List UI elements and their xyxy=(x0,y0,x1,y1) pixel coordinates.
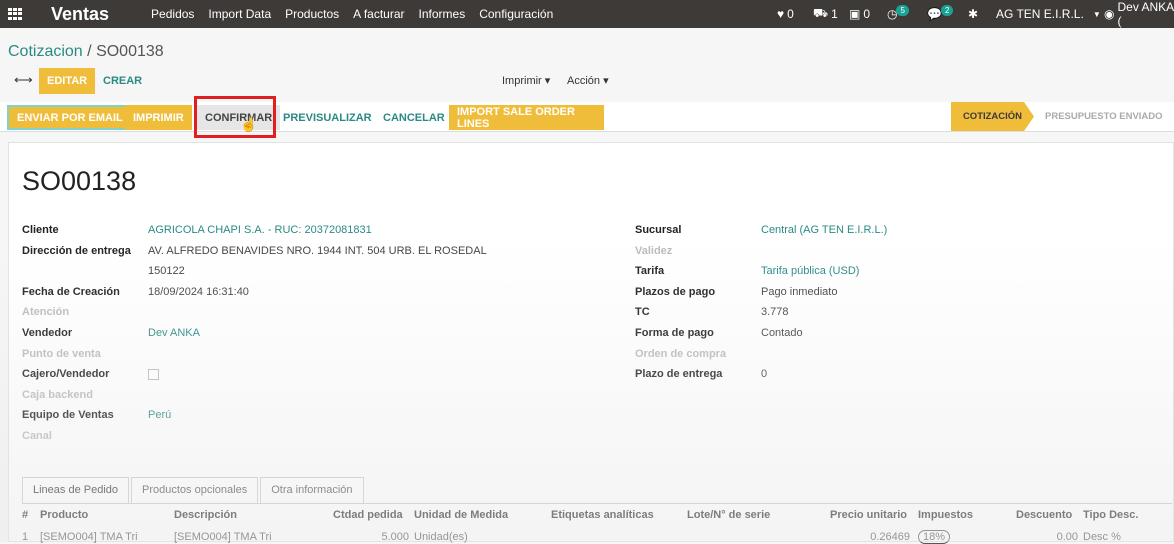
table-cell[interactable]: Unidad(es) xyxy=(414,531,468,543)
truck-icon: ⛟ xyxy=(813,6,829,20)
menu-productos[interactable]: Productos xyxy=(285,7,339,21)
money-counter[interactable]: ▣ 0 xyxy=(849,0,870,28)
activity-menu[interactable]: ◷ 5 xyxy=(887,0,909,28)
tab-otra-informacion[interactable]: Otra información xyxy=(260,477,364,503)
breadcrumb: Cotizacion / SO00138 xyxy=(8,43,164,60)
apps-menu-icon[interactable] xyxy=(8,8,24,20)
table-cell[interactable]: [SEMO004] TMA Tri xyxy=(40,531,138,543)
field-label: Plazo de entrega xyxy=(635,368,723,381)
column-header[interactable]: Precio unitario xyxy=(830,509,907,521)
field-label: Caja backend xyxy=(22,388,93,401)
app-name[interactable]: Ventas xyxy=(51,4,109,25)
field-value[interactable]: Dev ANKA xyxy=(148,327,200,339)
column-header[interactable]: Producto xyxy=(40,509,88,521)
field-label: Canal xyxy=(22,430,52,442)
field-value[interactable]: Central (AG TEN E.I.R.L.) xyxy=(761,224,887,236)
print-dropdown[interactable]: Imprimir ▾ xyxy=(502,74,550,87)
field-value: 150122 xyxy=(148,265,185,278)
top-navbar: Ventas Pedidos Import Data Productos A f… xyxy=(0,0,1174,28)
field-value: 3.778 xyxy=(761,306,789,319)
table-cell[interactable]: 0.26469 xyxy=(830,531,910,543)
tab-lineas-pedido[interactable]: Lineas de Pedido xyxy=(22,477,130,503)
field-value: 0 xyxy=(761,368,768,381)
cursor-hand-icon: ☝ xyxy=(240,116,258,132)
column-header[interactable]: Impuestos xyxy=(918,509,973,521)
stage-presupuesto-enviado[interactable]: PRESUPUESTO ENVIADO xyxy=(1045,102,1163,131)
menu-import-data[interactable]: Import Data xyxy=(208,7,271,21)
field-label: Dirección de entrega xyxy=(22,244,131,257)
menu-informes[interactable]: Informes xyxy=(419,7,466,21)
column-header[interactable]: Ctdad pedida xyxy=(333,509,403,521)
create-button[interactable]: CREAR xyxy=(95,68,150,93)
caret-down-icon: ▼ xyxy=(1092,9,1101,19)
heart-counter[interactable]: ♥ 0 xyxy=(777,0,794,28)
messages-menu[interactable]: 💬 2 xyxy=(927,0,954,28)
field-label: Forma de pago xyxy=(635,327,714,339)
field-value: AV. ALFREDO BENAVIDES NRO. 1944 INT. 504… xyxy=(148,244,487,257)
menu-a-facturar[interactable]: A facturar xyxy=(353,7,404,21)
column-header[interactable]: Descripción xyxy=(174,509,237,521)
notebook-tabs: Lineas de Pedido Productos opcionales Ot… xyxy=(22,477,366,503)
column-header[interactable]: # xyxy=(22,509,28,521)
field-label: Vendedor xyxy=(22,327,73,339)
field-value: Pago inmediato xyxy=(761,285,838,298)
user-menu[interactable]: ◉ Dev ANKA ( xyxy=(1104,0,1174,28)
table-cell[interactable]: 1 xyxy=(22,531,28,543)
table-cell[interactable]: 5.000 xyxy=(333,531,409,543)
field-value: 18/09/2024 16:31:40 xyxy=(148,285,249,298)
field-label: Punto de venta xyxy=(22,347,101,360)
field-label: Fecha de Creación xyxy=(22,285,120,298)
cancel-button[interactable]: CANCELAR xyxy=(375,105,453,130)
money-icon: ▣ xyxy=(849,7,861,21)
menu-configuracion[interactable]: Configuración xyxy=(479,7,553,21)
field-label: Orden de compra xyxy=(635,347,727,360)
preview-button[interactable]: PREVISUALIZAR xyxy=(275,105,380,130)
table-cell[interactable]: 0.00 xyxy=(1016,531,1078,543)
order-name: SO00138 xyxy=(22,166,137,196)
field-label: Plazos de pago xyxy=(635,285,716,298)
debug-icon[interactable]: ✱ xyxy=(968,0,978,28)
heart-icon: ♥ xyxy=(777,7,785,21)
cajero-checkbox[interactable] xyxy=(148,369,159,381)
field-label: Atención xyxy=(22,306,70,319)
chat-icon: 💬 xyxy=(927,7,942,21)
stage-cotizacion[interactable]: COTIZACIÓN xyxy=(951,102,1034,131)
field-label: Equipo de Ventas xyxy=(22,409,114,422)
field-label: Cliente xyxy=(22,224,59,236)
column-header[interactable]: Tipo Desc. xyxy=(1083,509,1138,521)
action-dropdown[interactable]: Acción ▾ xyxy=(567,74,609,87)
send-email-button[interactable]: ENVIAR POR EMAIL xyxy=(7,105,133,130)
import-lines-button[interactable]: IMPORT SALE ORDER LINES xyxy=(449,105,604,130)
field-label: Tarifa xyxy=(635,265,665,278)
avatar: ◉ xyxy=(1104,7,1115,21)
field-value: Contado xyxy=(761,327,803,339)
tab-productos-opcionales[interactable]: Productos opcionales xyxy=(131,477,259,503)
column-header[interactable]: Etiquetas analíticas xyxy=(551,509,654,521)
table-cell[interactable]: Desc % xyxy=(1083,531,1121,543)
field-label: TC xyxy=(635,306,650,319)
tab-divider xyxy=(22,503,1172,504)
column-header[interactable]: Unidad de Medida xyxy=(414,509,508,521)
field-label: Sucursal xyxy=(635,224,682,236)
truck-counter[interactable]: ⛟ 1 xyxy=(813,0,838,28)
edit-button[interactable]: EDITAR xyxy=(39,68,96,94)
field-label: Cajero/Vendedor xyxy=(22,368,110,381)
highlight-box xyxy=(194,96,276,138)
field-label: Validez xyxy=(635,244,673,257)
field-value[interactable]: Tarifa pública (USD) xyxy=(761,265,859,277)
company-switcher[interactable]: AG TEN E.I.R.L. ▼ xyxy=(996,0,1101,28)
print-button[interactable]: IMPRIMIR xyxy=(125,105,192,130)
column-header[interactable]: Descuento xyxy=(1016,509,1072,521)
menu-pedidos[interactable]: Pedidos xyxy=(151,7,194,21)
breadcrumb-current: SO00138 xyxy=(96,43,164,60)
breadcrumb-parent[interactable]: Cotizacion xyxy=(8,43,83,60)
expand-icon[interactable]: ⟷ xyxy=(14,72,33,88)
field-value[interactable]: Perú xyxy=(148,409,171,421)
table-cell[interactable]: [SEMO004] TMA Tri xyxy=(174,531,272,543)
column-header[interactable]: Lote/N° de serie xyxy=(687,509,770,521)
field-value[interactable]: AGRICOLA CHAPI S.A. - RUC: 20372081831 xyxy=(148,224,372,236)
